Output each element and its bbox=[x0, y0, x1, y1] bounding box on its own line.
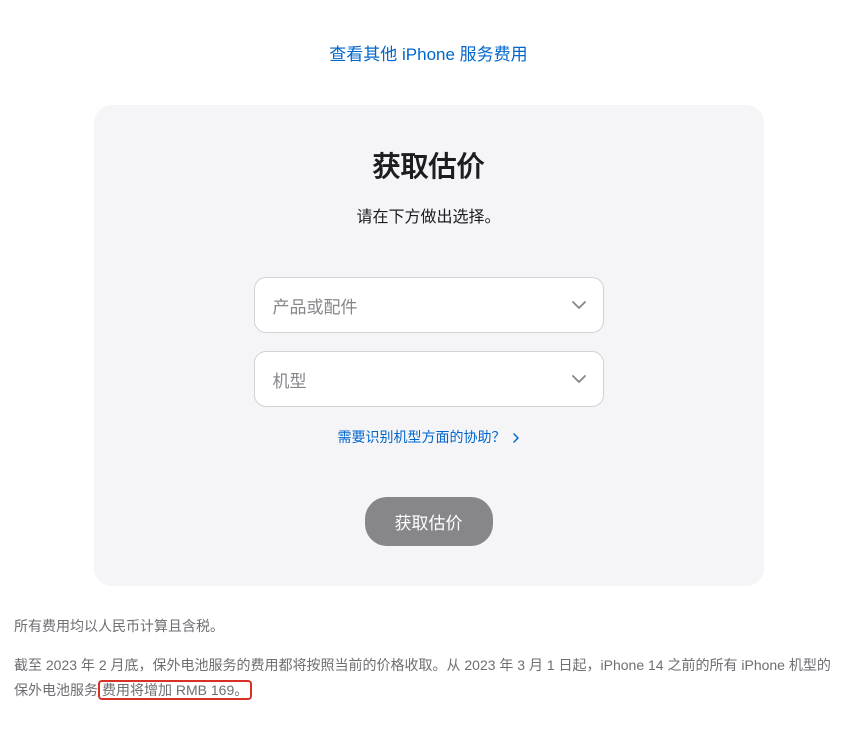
get-estimate-button[interactable]: 获取估价 bbox=[365, 497, 493, 546]
identify-model-help-link[interactable]: 需要识别机型方面的协助？ bbox=[338, 429, 520, 445]
card-title: 获取估价 bbox=[154, 145, 704, 185]
other-services-link-wrapper: 查看其他 iPhone 服务费用 bbox=[10, 40, 847, 65]
help-link-label: 需要识别机型方面的协助？ bbox=[338, 429, 506, 445]
product-select-wrapper: 产品或配件 bbox=[254, 277, 604, 333]
estimate-card: 获取估价 请在下方做出选择。 产品或配件 机型 需要识别机型方面的协助？ 获取估… bbox=[94, 105, 764, 586]
notes-line-1: 所有费用均以人民币计算且含税。 bbox=[14, 614, 843, 639]
help-link-wrapper: 需要识别机型方面的协助？ bbox=[154, 427, 704, 447]
price-increase-highlight: 费用将增加 RMB 169。 bbox=[98, 680, 252, 700]
model-select[interactable]: 机型 bbox=[254, 351, 604, 407]
notes-line-2: 截至 2023 年 2 月底，保外电池服务的费用都将按照当前的价格收取。从 20… bbox=[14, 653, 843, 703]
card-subtitle: 请在下方做出选择。 bbox=[154, 203, 704, 227]
model-select-wrapper: 机型 bbox=[254, 351, 604, 407]
other-services-link[interactable]: 查看其他 iPhone 服务费用 bbox=[329, 45, 527, 64]
notes-section: 所有费用均以人民币计算且含税。 截至 2023 年 2 月底，保外电池服务的费用… bbox=[10, 586, 847, 728]
chevron-right-icon bbox=[513, 430, 519, 446]
product-select[interactable]: 产品或配件 bbox=[254, 277, 604, 333]
